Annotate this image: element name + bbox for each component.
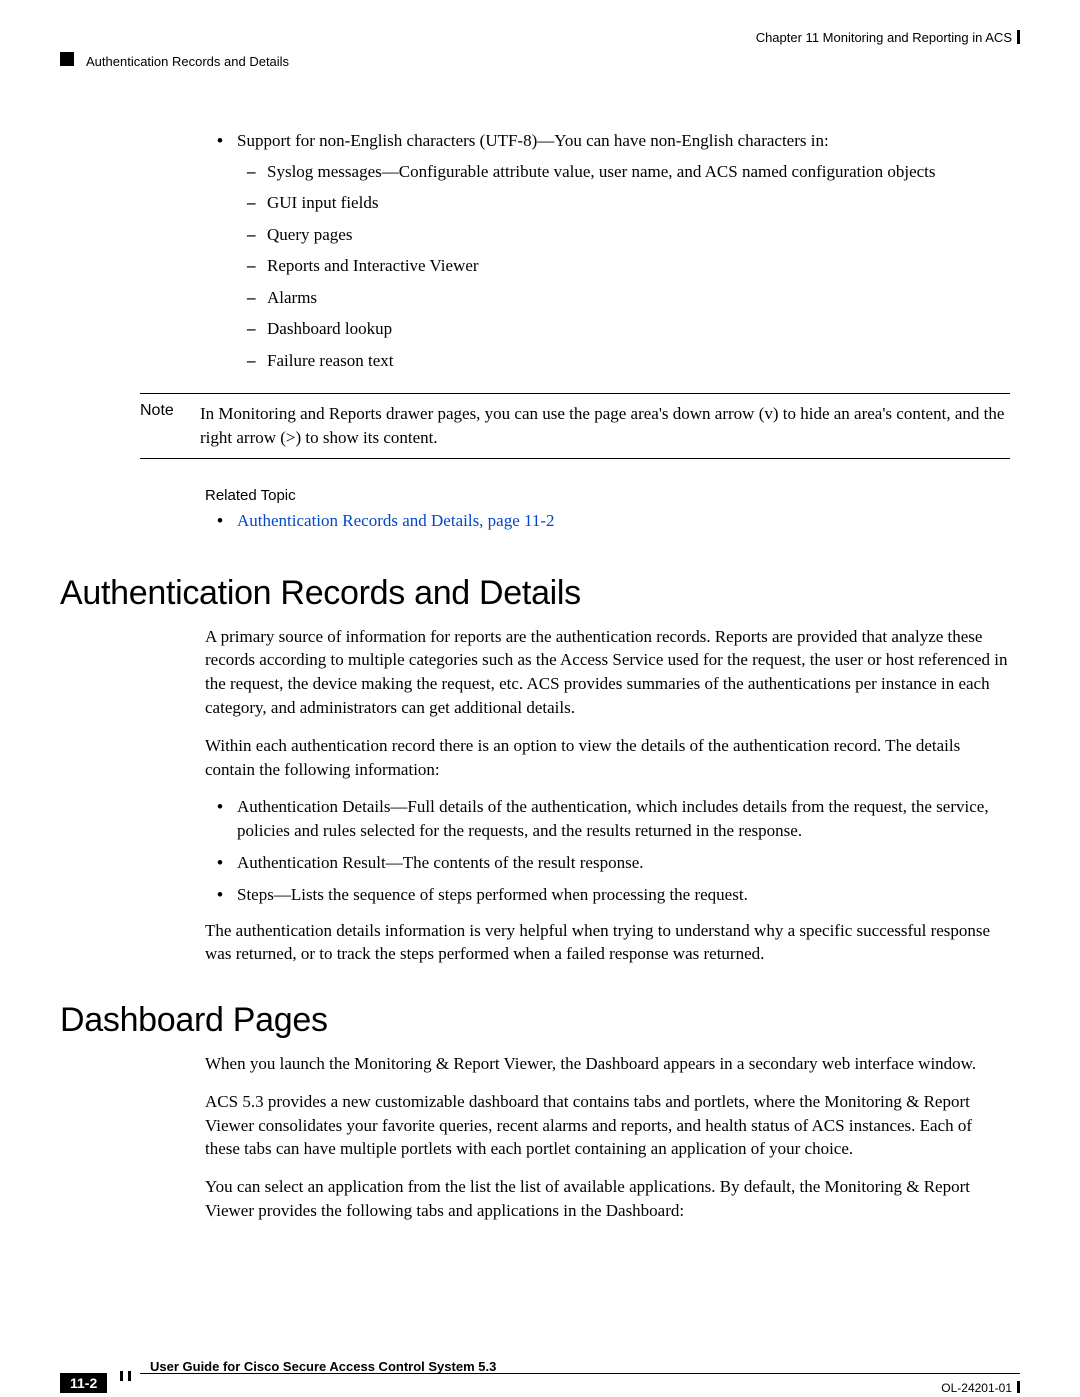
body-paragraph: Within each authentication record there … <box>205 734 1010 782</box>
header-section-title: Authentication Records and Details <box>86 54 289 69</box>
page: Chapter 11 Monitoring and Reporting in A… <box>0 0 1080 1397</box>
header-chapter: Chapter 11 Monitoring and Reporting in A… <box>756 30 1020 45</box>
body-paragraph: ACS 5.3 provides a new customizable dash… <box>205 1090 1010 1161</box>
note-label: Note <box>140 402 200 450</box>
list-item: Authentication Records and Details, page… <box>205 508 1010 534</box>
list-text: Support for non-English characters (UTF-… <box>237 131 829 150</box>
list-item: Reports and Interactive Viewer <box>237 253 1010 279</box>
list-item: Authentication Details—Full details of t… <box>205 795 1010 843</box>
list-item: Steps—Lists the sequence of steps perfor… <box>205 883 1010 907</box>
list-item: Authentication Result—The contents of th… <box>205 851 1010 875</box>
heading-auth-records: Authentication Records and Details <box>60 574 1020 613</box>
body-paragraph: You can select an application from the l… <box>205 1175 1010 1223</box>
footer-doc-id: OL-24201-01 <box>941 1381 1012 1395</box>
footer-rule-icon <box>120 1371 123 1381</box>
list-item: Alarms <box>237 285 1010 311</box>
body-paragraph: When you launch the Monitoring & Report … <box>205 1052 1010 1076</box>
list-item: Syslog messages—Configurable attribute v… <box>237 159 1010 185</box>
list-item: Failure reason text <box>237 348 1010 374</box>
footer-rule-icon <box>1017 1381 1020 1393</box>
content-area: Support for non-English characters (UTF-… <box>60 130 1020 1223</box>
header-rule-icon <box>1017 30 1020 44</box>
footer-title: User Guide for Cisco Secure Access Contr… <box>150 1359 496 1374</box>
note-block: Note In Monitoring and Reports drawer pa… <box>140 393 1010 459</box>
header-square-icon <box>60 52 74 66</box>
body-paragraph: The authentication details information i… <box>205 919 1010 967</box>
list-item: Query pages <box>237 222 1010 248</box>
body-paragraph: A primary source of information for repo… <box>205 625 1010 720</box>
auth-details-list: Authentication Details—Full details of t… <box>205 795 1010 906</box>
related-topic-link[interactable]: Authentication Records and Details, page… <box>237 511 555 530</box>
list-item: GUI input fields <box>237 190 1010 216</box>
feature-list: Support for non-English characters (UTF-… <box>205 130 1010 373</box>
heading-dashboard-pages: Dashboard Pages <box>60 1001 1020 1040</box>
footer-rule-icon <box>128 1371 131 1381</box>
list-item: Dashboard lookup <box>237 316 1010 342</box>
note-text: In Monitoring and Reports drawer pages, … <box>200 402 1010 450</box>
footer-page-number: 11-2 <box>60 1373 107 1393</box>
related-topic-list: Authentication Records and Details, page… <box>205 508 1010 534</box>
related-topic-heading: Related Topic <box>205 487 1010 504</box>
page-header: Chapter 11 Monitoring and Reporting in A… <box>60 30 1020 60</box>
sub-feature-list: Syslog messages—Configurable attribute v… <box>237 159 1010 374</box>
list-item: Support for non-English characters (UTF-… <box>205 130 1010 373</box>
